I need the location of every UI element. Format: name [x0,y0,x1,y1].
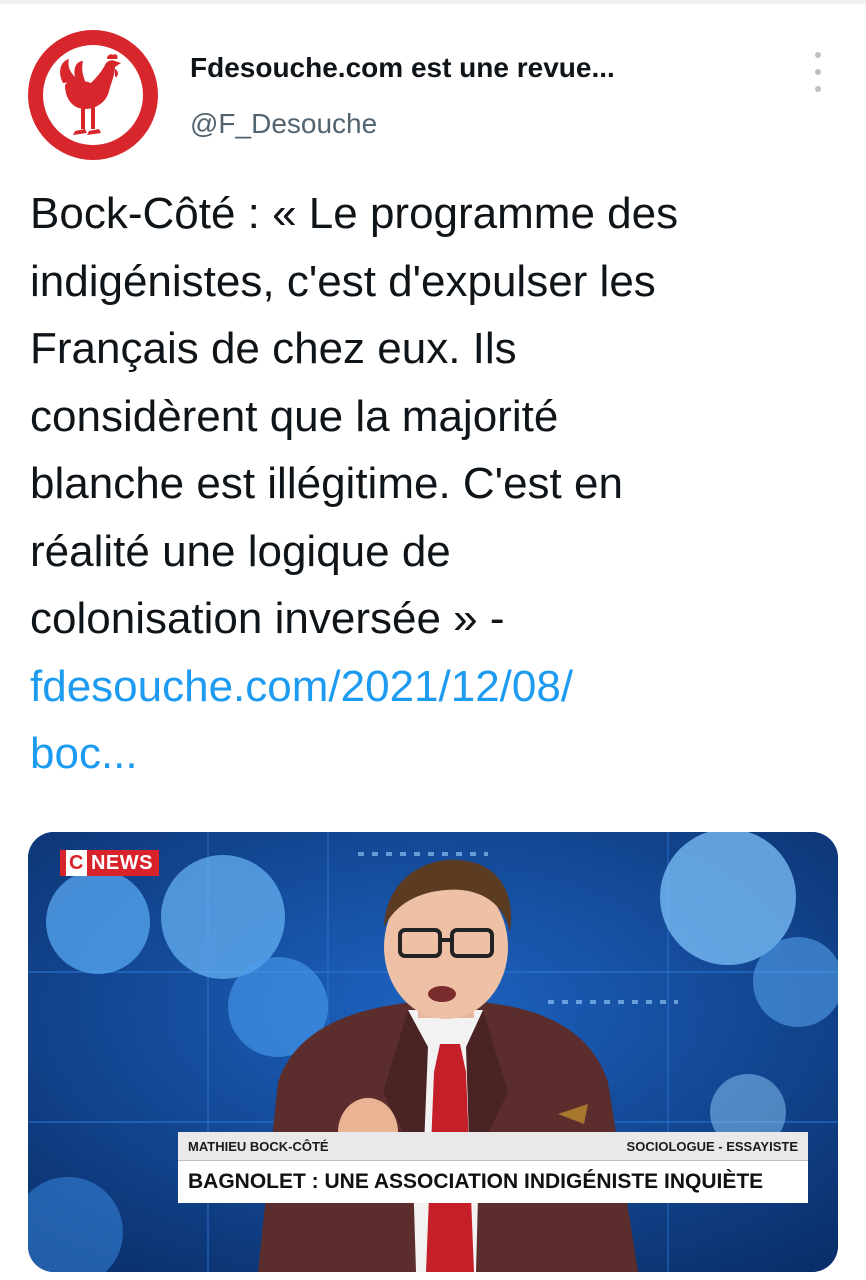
tweet-link[interactable]: fdesouche.com/2021/12/08/ boc... [30,653,840,788]
lower-third-top: MATHIEU BOCK-CÔTÉ SOCIOLOGUE - ESSAYISTE [178,1132,808,1161]
studio-background [28,832,838,1272]
tweet-line: blanche est illégitime. C'est en [30,459,623,508]
guest-name: MATHIEU BOCK-CÔTÉ [188,1138,329,1154]
display-name[interactable]: Fdesouche.com est une revue... [190,52,615,84]
tweet-line: Français de chez eux. Ils [30,324,517,373]
tweet-link-line: boc... [30,729,138,778]
guest-title: SOCIOLOGUE - ESSAYISTE [626,1138,798,1154]
tweet-text: Bock-Côté : « Le programme des indigénis… [30,180,840,788]
tweet-link-line: fdesouche.com/2021/12/08/ [30,661,574,711]
more-dot [815,52,821,58]
more-options-icon[interactable] [808,52,828,92]
tweet-line: indigénistes, c'est d'expulser les [30,256,656,306]
lower-third-banner: MATHIEU BOCK-CÔTÉ SOCIOLOGUE - ESSAYISTE… [178,1132,808,1203]
channel-logo: C NEWS [60,850,159,876]
more-dot [815,86,821,92]
avatar-inner [43,45,143,145]
tweet-line: considèrent que la majorité [30,391,559,441]
avatar[interactable] [28,30,158,160]
tweet-line: réalité une logique de [30,526,451,576]
headline: BAGNOLET : UNE ASSOCIATION INDIGÉNISTE I… [178,1161,808,1203]
tweet-line: Bock-Côté : « Le programme des [30,189,679,238]
top-divider [0,0,866,4]
rooster-icon [60,54,121,135]
tweet-media-image[interactable]: C NEWS MATHIEU BOCK-CÔTÉ SOCIOLOGUE - ES… [28,832,838,1272]
channel-logo-c: C [66,850,87,876]
tweet-line: colonisation inversée » - [30,594,505,643]
more-dot [815,69,821,75]
handle[interactable]: @F_Desouche [190,108,377,140]
channel-logo-text: NEWS [90,852,153,874]
